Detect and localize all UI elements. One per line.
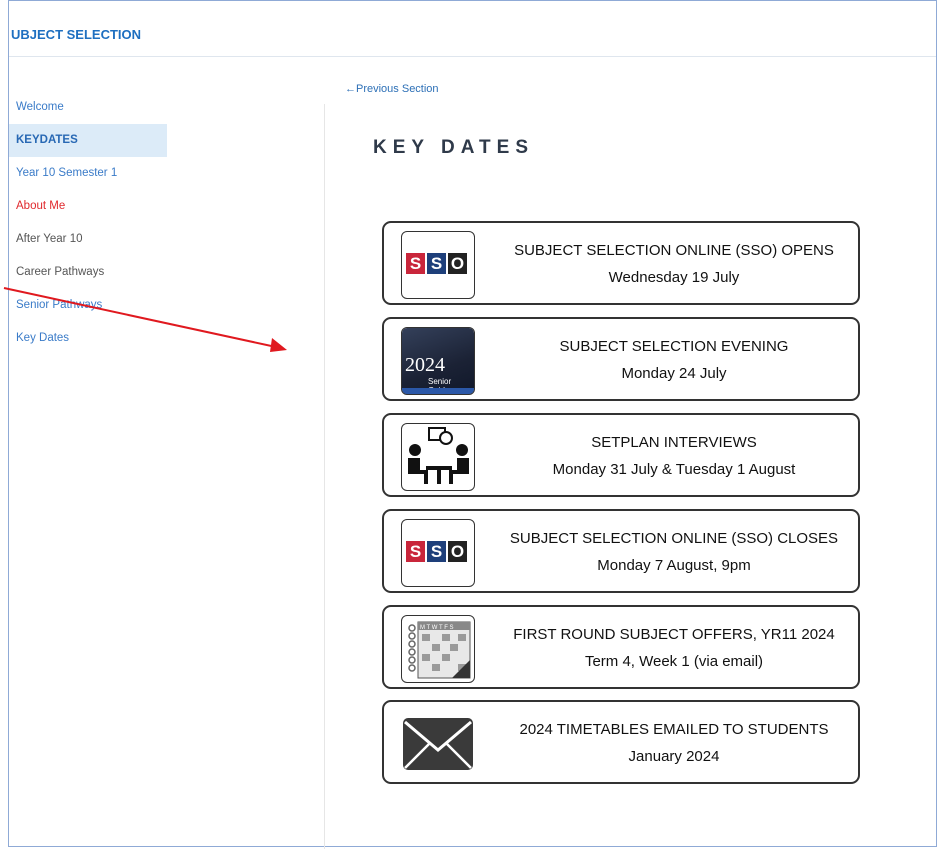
sidebar-item-after-year10[interactable]: After Year 10 bbox=[9, 223, 167, 256]
sidebar: Welcome KEYDATES Year 10 Semester 1 Abou… bbox=[9, 91, 167, 355]
sso-letter: S bbox=[427, 253, 446, 274]
sso-letter: S bbox=[406, 541, 425, 562]
sso-logo-icon: S S O bbox=[401, 519, 475, 587]
sso-letter: O bbox=[448, 253, 467, 274]
calendar-icon: M T W T F S bbox=[401, 615, 475, 683]
sidebar-item-key-dates[interactable]: Key Dates bbox=[9, 322, 167, 355]
key-date-card: 2024 TIMETABLES EMAILED TO STUDENTS Janu… bbox=[382, 700, 860, 784]
calendar-weekdays: M T W T F S bbox=[420, 625, 454, 631]
app-title: UBJECT SELECTION bbox=[11, 27, 142, 42]
sidebar-item-keydates[interactable]: KEYDATES bbox=[9, 124, 167, 157]
card-title: SUBJECT SELECTION EVENING bbox=[559, 338, 789, 355]
card-date: Monday 31 July & Tuesday 1 August bbox=[552, 461, 796, 478]
sso-logo-icon: S S O bbox=[401, 231, 475, 299]
content-divider bbox=[324, 104, 325, 849]
sidebar-item-about-me[interactable]: About Me bbox=[9, 190, 167, 223]
card-title: SETPLAN INTERVIEWS bbox=[591, 434, 757, 451]
senior-guide-icon: 2024 Senior Guide bbox=[401, 327, 475, 395]
card-title: FIRST ROUND SUBJECT OFFERS, YR11 2024 bbox=[513, 626, 835, 643]
key-date-card: S S O SUBJECT SELECTION ONLINE (SSO) CLO… bbox=[382, 509, 860, 593]
card-title: SUBJECT SELECTION ONLINE (SSO) OPENS bbox=[514, 242, 834, 259]
sidebar-item-welcome[interactable]: Welcome bbox=[9, 91, 167, 124]
sso-letter: S bbox=[427, 541, 446, 562]
key-date-card: S S O SUBJECT SELECTION ONLINE (SSO) OPE… bbox=[382, 221, 860, 305]
envelope-icon bbox=[401, 710, 475, 778]
card-date: Monday 24 July bbox=[621, 365, 727, 382]
sidebar-item-senior-pathways[interactable]: Senior Pathways bbox=[9, 289, 167, 322]
previous-section-link[interactable]: ←Previous Section bbox=[345, 83, 439, 95]
card-date: January 2024 bbox=[628, 748, 720, 765]
guide-year: 2024 bbox=[405, 354, 445, 376]
card-title: 2024 TIMETABLES EMAILED TO STUDENTS bbox=[519, 721, 829, 738]
key-date-card: 2024 Senior Guide SUBJECT SELECTION EVEN… bbox=[382, 317, 860, 401]
interview-icon bbox=[401, 423, 475, 491]
card-date: Monday 7 August, 9pm bbox=[597, 557, 751, 574]
card-date: Wednesday 19 July bbox=[608, 269, 740, 286]
sidebar-item-year10-semester1[interactable]: Year 10 Semester 1 bbox=[9, 157, 167, 190]
app-frame: UBJECT SELECTION Welcome KEYDATES Year 1… bbox=[8, 0, 937, 849]
sso-letter: S bbox=[406, 253, 425, 274]
key-date-card: SETPLAN INTERVIEWS Monday 31 July & Tues… bbox=[382, 413, 860, 497]
key-date-card: M T W T F S FIRST ROUND SUBJECT OFFERS, … bbox=[382, 605, 860, 689]
card-date: Term 4, Week 1 (via email) bbox=[584, 653, 764, 670]
sidebar-item-career-pathways[interactable]: Career Pathways bbox=[9, 256, 167, 289]
card-title: SUBJECT SELECTION ONLINE (SSO) CLOSES bbox=[509, 530, 839, 547]
sso-letter: O bbox=[448, 541, 467, 562]
page-title: KEY DATES bbox=[373, 137, 534, 158]
header: UBJECT SELECTION bbox=[9, 1, 936, 57]
